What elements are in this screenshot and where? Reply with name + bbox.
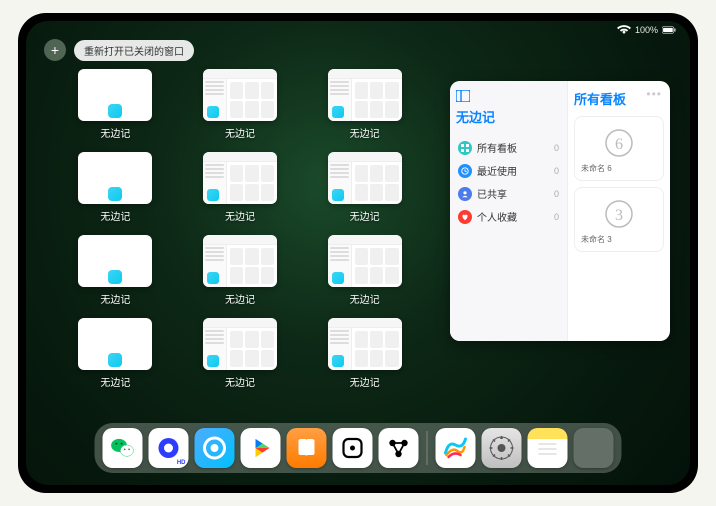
battery-text: 100%: [635, 25, 658, 35]
window-thumbnail[interactable]: 无边记: [60, 152, 171, 223]
grid-icon: [458, 141, 472, 155]
app-library-icon[interactable]: [574, 428, 614, 468]
window-thumbnail[interactable]: 无边记: [185, 235, 296, 306]
window-thumbnail[interactable]: 无边记: [185, 69, 296, 140]
window-preview[interactable]: [78, 69, 152, 121]
sidebar-pane: 无边记 所有看板 0 最近使用 0 已共享 0 个人收藏 0: [450, 81, 568, 341]
board-thumbnail: 6: [599, 123, 639, 163]
wechat-icon[interactable]: [103, 428, 143, 468]
window-preview[interactable]: [203, 318, 277, 370]
window-label: 无边记: [350, 374, 380, 389]
slideover-app-window[interactable]: ••• 无边记 所有看板0最近使用0已共享0个人收藏0 所有看板 6未命名 63…: [450, 81, 670, 341]
notes-icon[interactable]: [528, 428, 568, 468]
filter-count: 0: [554, 143, 559, 153]
window-label: 无边记: [350, 125, 380, 140]
window-thumbnail[interactable]: 无边记: [309, 318, 420, 389]
window-thumbnail[interactable]: 无边记: [185, 318, 296, 389]
window-thumbnail[interactable]: 无边记: [60, 318, 171, 389]
dock-separator: [427, 431, 428, 465]
window-preview[interactable]: [78, 318, 152, 370]
board-card[interactable]: 6未命名 6: [574, 116, 664, 181]
filter-item[interactable]: 已共享 0: [456, 182, 561, 205]
window-label: 无边记: [100, 125, 130, 140]
new-window-button[interactable]: +: [44, 39, 66, 61]
top-controls: + 重新打开已关闭的窗口: [44, 39, 194, 61]
books-icon[interactable]: [287, 428, 327, 468]
window-thumbnail[interactable]: 无边记: [309, 152, 420, 223]
window-label: 无边记: [100, 291, 130, 306]
filter-count: 0: [554, 166, 559, 176]
window-preview[interactable]: [78, 235, 152, 287]
settings-icon[interactable]: [482, 428, 522, 468]
play-icon[interactable]: [241, 428, 281, 468]
window-preview[interactable]: [328, 318, 402, 370]
window-thumbnail[interactable]: 无边记: [309, 235, 420, 306]
window-label: 无边记: [225, 208, 255, 223]
connect-icon[interactable]: [379, 428, 419, 468]
filter-item[interactable]: 个人收藏 0: [456, 205, 561, 228]
window-label: 无边记: [350, 208, 380, 223]
window-preview[interactable]: [78, 152, 152, 204]
dock: HD: [95, 423, 622, 473]
dice-icon[interactable]: [333, 428, 373, 468]
window-label: 无边记: [225, 291, 255, 306]
filter-item[interactable]: 所有看板 0: [456, 136, 561, 159]
filter-list: 所有看板 0 最近使用 0 已共享 0 个人收藏 0: [456, 136, 561, 228]
board-card[interactable]: 3未命名 3: [574, 187, 664, 252]
window-label: 无边记: [225, 125, 255, 140]
board-thumbnail: 3: [599, 194, 639, 234]
svg-text:6: 6: [615, 136, 623, 153]
window-label: 无边记: [100, 208, 130, 223]
person-icon: [458, 187, 472, 201]
clock-icon: [458, 164, 472, 178]
window-thumbnail[interactable]: 无边记: [185, 152, 296, 223]
screen: 100% + 重新打开已关闭的窗口 无边记无边记无边记无边记无边记无边记无边记无…: [26, 21, 690, 485]
more-icon[interactable]: •••: [646, 87, 662, 101]
status-bar: 100%: [617, 25, 676, 35]
board-label: 未命名 6: [581, 163, 612, 174]
freeform-icon[interactable]: [436, 428, 476, 468]
heart-icon: [458, 210, 472, 224]
window-label: 无边记: [100, 374, 130, 389]
window-preview[interactable]: [203, 235, 277, 287]
qqbrowser-icon[interactable]: [195, 428, 235, 468]
window-thumbnail[interactable]: 无边记: [60, 69, 171, 140]
board-label: 未命名 3: [581, 234, 612, 245]
window-thumbnail[interactable]: 无边记: [309, 69, 420, 140]
filter-count: 0: [554, 189, 559, 199]
filter-label: 个人收藏: [477, 209, 549, 224]
board-list: 6未命名 63未命名 3: [574, 116, 664, 258]
wifi-icon: [617, 25, 631, 35]
window-label: 无边记: [225, 374, 255, 389]
battery-icon: [662, 25, 676, 35]
window-preview[interactable]: [203, 69, 277, 121]
window-preview[interactable]: [328, 235, 402, 287]
reopen-closed-window-button[interactable]: 重新打开已关闭的窗口: [74, 40, 194, 61]
content-pane: 所有看板 6未命名 63未命名 3: [568, 81, 670, 341]
filter-label: 已共享: [477, 186, 549, 201]
app-expose-grid: 无边记无边记无边记无边记无边记无边记无边记无边记无边记无边记无边记无边记: [60, 69, 420, 389]
filter-label: 最近使用: [477, 163, 549, 178]
filter-count: 0: [554, 212, 559, 222]
quark-icon[interactable]: HD: [149, 428, 189, 468]
window-preview[interactable]: [328, 152, 402, 204]
sidebar-toggle-icon[interactable]: [456, 89, 561, 105]
window-thumbnail[interactable]: 无边记: [60, 235, 171, 306]
ipad-device-frame: 100% + 重新打开已关闭的窗口 无边记无边记无边记无边记无边记无边记无边记无…: [18, 13, 698, 493]
window-preview[interactable]: [328, 69, 402, 121]
sidebar-title: 无边记: [456, 107, 561, 126]
filter-item[interactable]: 最近使用 0: [456, 159, 561, 182]
window-label: 无边记: [350, 291, 380, 306]
svg-text:3: 3: [615, 207, 623, 224]
window-preview[interactable]: [203, 152, 277, 204]
filter-label: 所有看板: [477, 140, 549, 155]
